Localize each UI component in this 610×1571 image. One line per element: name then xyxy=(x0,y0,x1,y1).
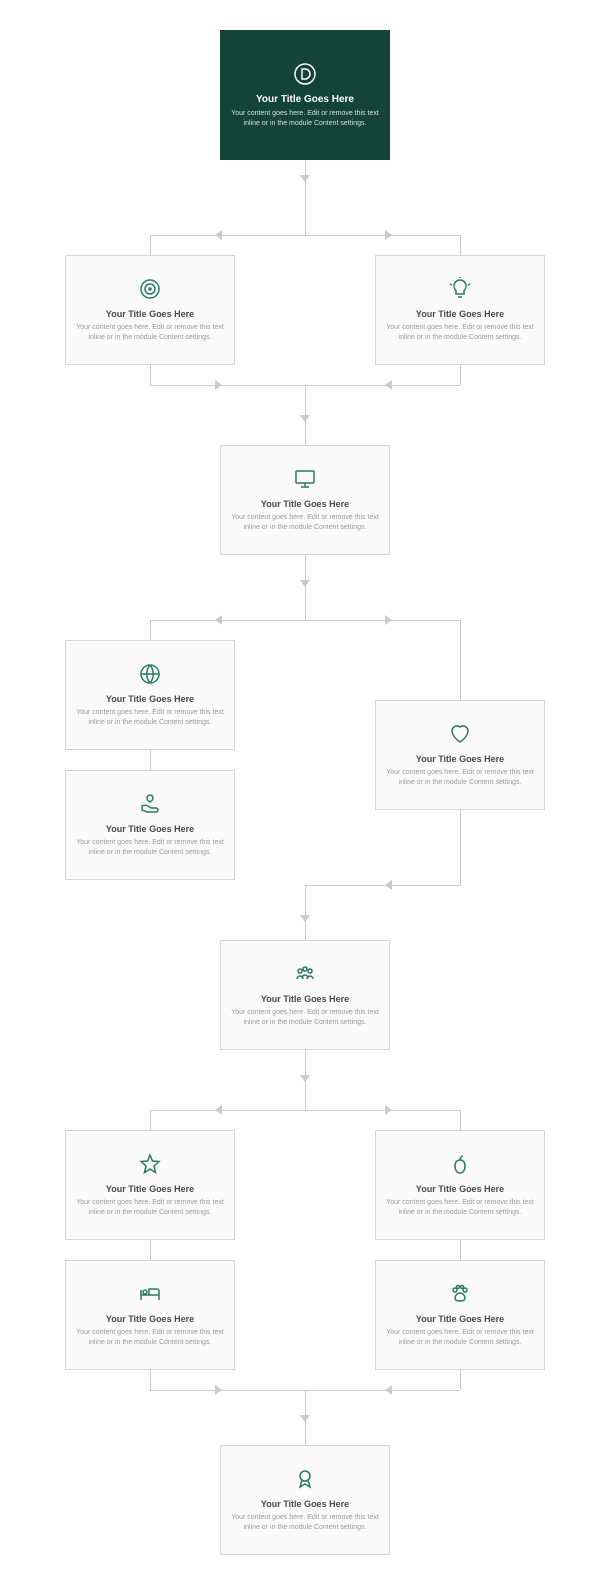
node-content: Your content goes here. Edit or remove t… xyxy=(76,1328,224,1348)
connector xyxy=(150,235,460,236)
node-content: Your content goes here. Edit or remove t… xyxy=(76,708,224,728)
node-6a: Your Title Goes Here Your content goes h… xyxy=(65,1130,235,1240)
arrow-left xyxy=(385,1385,392,1395)
arrow-left xyxy=(215,230,222,240)
connector xyxy=(150,1110,151,1130)
lightbulb-icon xyxy=(448,277,472,301)
connector xyxy=(305,200,306,235)
arrow-left xyxy=(215,615,222,625)
node-5: Your Title Goes Here Your content goes h… xyxy=(220,940,390,1050)
arrow-right xyxy=(385,1105,392,1115)
connector xyxy=(460,1110,461,1130)
node-content: Your content goes here. Edit or remove t… xyxy=(231,1008,379,1028)
node-title: Your Title Goes Here xyxy=(261,1499,349,1509)
arrow-right xyxy=(385,230,392,240)
node-6a2: Your Title Goes Here Your content goes h… xyxy=(65,1260,235,1370)
apple-icon xyxy=(448,1152,472,1176)
node-title: Your Title Goes Here xyxy=(106,824,194,834)
connector xyxy=(150,620,460,621)
arrow-left xyxy=(215,1105,222,1115)
paw-icon xyxy=(448,1282,472,1306)
node-7: Your Title Goes Here Your content goes h… xyxy=(220,1445,390,1555)
monitor-icon xyxy=(293,467,317,491)
node-2a: Your Title Goes Here Your content goes h… xyxy=(65,255,235,365)
node-title: Your Title Goes Here xyxy=(261,994,349,1004)
connector xyxy=(305,555,306,620)
node-content: Your content goes here. Edit or remove t… xyxy=(231,1513,379,1533)
connector xyxy=(150,620,151,640)
node-content: Your content goes here. Edit or remove t… xyxy=(386,323,534,343)
connector xyxy=(305,885,461,886)
node-title: Your Title Goes Here xyxy=(106,309,194,319)
arrow-down xyxy=(300,175,310,182)
connector xyxy=(460,235,461,255)
arrow-down xyxy=(300,1075,310,1082)
divi-logo-icon xyxy=(293,62,317,86)
node-title: Your Title Goes Here xyxy=(261,499,349,509)
arrow-down xyxy=(300,1415,310,1422)
node-title: Your Title Goes Here xyxy=(256,94,354,105)
ribbon-icon xyxy=(293,1467,317,1491)
arrow-right xyxy=(215,380,222,390)
connector xyxy=(460,1370,461,1390)
node-6b2: Your Title Goes Here Your content goes h… xyxy=(375,1260,545,1370)
node-6b: Your Title Goes Here Your content goes h… xyxy=(375,1130,545,1240)
star-icon xyxy=(138,1152,162,1176)
arrow-right xyxy=(215,1385,222,1395)
connector xyxy=(150,1370,151,1390)
node-3: Your Title Goes Here Your content goes h… xyxy=(220,445,390,555)
arrow-right xyxy=(385,615,392,625)
node-title: Your Title Goes Here xyxy=(416,1314,504,1324)
node-2b: Your Title Goes Here Your content goes h… xyxy=(375,255,545,365)
node-content: Your content goes here. Edit or remove t… xyxy=(386,1198,534,1218)
connector xyxy=(150,1240,151,1260)
connector xyxy=(150,750,151,770)
connector xyxy=(460,1240,461,1260)
node-title: Your Title Goes Here xyxy=(416,1184,504,1194)
node-title: Your Title Goes Here xyxy=(106,1184,194,1194)
node-hero: Your Title Goes Here Your content goes h… xyxy=(220,30,390,160)
node-title: Your Title Goes Here xyxy=(416,754,504,764)
arrow-left xyxy=(385,380,392,390)
people-icon xyxy=(293,962,317,986)
node-4a: Your Title Goes Here Your content goes h… xyxy=(65,640,235,750)
connector xyxy=(305,885,306,940)
node-4b: Your Title Goes Here Your content goes h… xyxy=(375,700,545,810)
connector xyxy=(460,620,461,700)
connector xyxy=(150,1110,460,1111)
node-title: Your Title Goes Here xyxy=(416,309,504,319)
connector xyxy=(460,365,461,385)
arrow-down xyxy=(300,580,310,587)
connector xyxy=(150,365,151,385)
globe-icon xyxy=(138,662,162,686)
node-4a2: Your Title Goes Here Your content goes h… xyxy=(65,770,235,880)
arrow-left xyxy=(385,880,392,890)
node-content: Your content goes here. Edit or remove t… xyxy=(386,1328,534,1348)
target-icon xyxy=(138,277,162,301)
node-content: Your content goes here. Edit or remove t… xyxy=(76,323,224,343)
flowchart-canvas: Your Title Goes Here Your content goes h… xyxy=(0,0,610,1571)
node-title: Your Title Goes Here xyxy=(106,694,194,704)
node-content: Your content goes here. Edit or remove t… xyxy=(231,109,379,129)
connector xyxy=(150,235,151,255)
heart-icon xyxy=(448,722,472,746)
arrow-down xyxy=(300,915,310,922)
node-title: Your Title Goes Here xyxy=(106,1314,194,1324)
node-content: Your content goes here. Edit or remove t… xyxy=(76,1198,224,1218)
hand-heart-icon xyxy=(138,792,162,816)
connector xyxy=(460,810,461,885)
arrow-down xyxy=(300,415,310,422)
node-content: Your content goes here. Edit or remove t… xyxy=(386,768,534,788)
node-content: Your content goes here. Edit or remove t… xyxy=(76,838,224,858)
node-content: Your content goes here. Edit or remove t… xyxy=(231,513,379,533)
bed-icon xyxy=(138,1282,162,1306)
